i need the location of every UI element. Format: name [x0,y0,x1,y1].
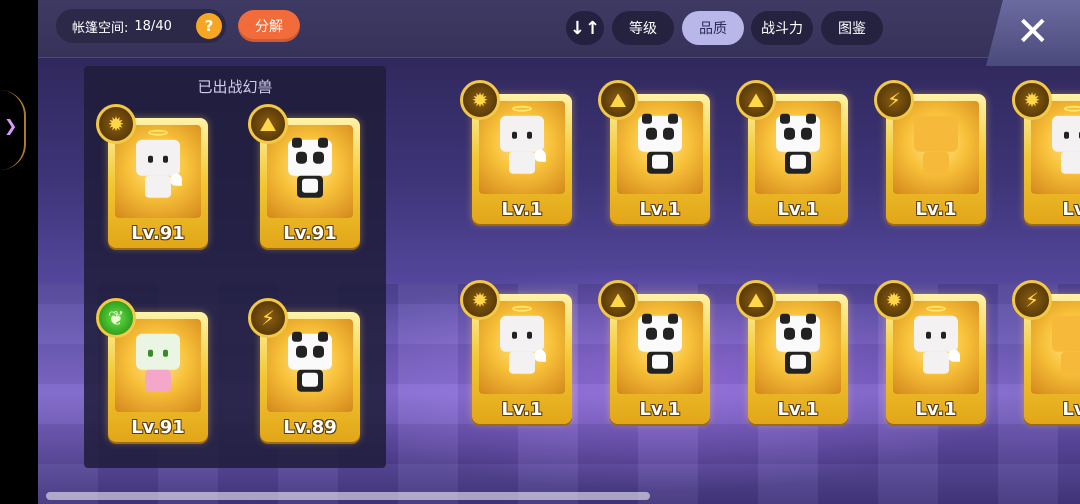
close-icon[interactable]: ✕ [1016,6,1050,58]
deployed-pets-title: 已出战幻兽 [197,78,273,96]
mountain-element-icon: ⛰ [248,104,288,144]
expand-arrow-icon[interactable]: ❯ [4,116,17,135]
mountain-element-icon: ⛰ [598,80,638,120]
tab-power[interactable]: 战斗力 [751,11,813,45]
panda-pet-icon [770,111,826,177]
pet-level: Lv [1062,199,1080,220]
left-edge-strip: ❯ [0,0,38,504]
pet-card[interactable]: ⛰ Lv.1 [598,280,710,424]
mystery-pet-icon [1046,311,1080,377]
pet-card[interactable]: ⚡ Lv.1 [874,80,986,224]
pet-card[interactable]: ✹ Lv.1 [874,280,986,424]
pet-card[interactable]: ❦ Lv.91 [96,298,208,442]
pet-level: Lv.1 [915,199,957,220]
help-icon[interactable]: ? [196,13,222,39]
sun-element-icon: ✹ [874,280,914,320]
angel-pet-icon [908,305,964,377]
pet-card[interactable]: ✹ Lv.91 [96,104,208,248]
pet-level: Lv.91 [131,417,185,438]
pet-card[interactable]: ✹ Lv.1 [460,280,572,424]
pet-card[interactable]: ✹ Lv.1 [460,80,572,224]
lightning-element-icon: ⚡ [1012,280,1052,320]
tab-collection[interactable]: 图鉴 [821,11,883,45]
angel-pet-icon [494,105,550,177]
pet-level: Lv.1 [777,199,819,220]
flower-pet-icon [130,329,186,395]
panda-pet-icon [632,111,688,177]
mountain-element-icon: ⛰ [736,280,776,320]
pet-level: Lv.1 [639,399,681,420]
panda-pet-icon [770,311,826,377]
pet-level: Lv.1 [501,399,543,420]
panda-pet-icon [632,311,688,377]
tent-space-label: 帐篷空间: [72,20,129,36]
angel-pet-icon [1046,105,1080,177]
angel-pet-icon [130,129,186,201]
angel-pet-icon [494,305,550,377]
panda-pet-icon [282,135,338,201]
sun-element-icon: ✹ [460,280,500,320]
pet-level: Lv.1 [915,399,957,420]
leaf-element-icon: ❦ [96,298,136,338]
tab-level[interactable]: 等级 [612,11,674,45]
pet-level: Lv.1 [639,199,681,220]
lightning-element-icon: ⚡ [248,298,288,338]
pet-card[interactable]: ⛰ Lv.91 [248,104,360,248]
pet-card[interactable]: ✹ Lv [1012,80,1080,224]
horizontal-scrollbar[interactable] [46,492,650,500]
lightning-element-icon: ⚡ [874,80,914,120]
decompose-button[interactable]: 分解 [238,10,300,42]
pet-card[interactable]: ⚡ Lv.89 [248,298,360,442]
mountain-element-icon: ⛰ [598,280,638,320]
pet-card[interactable]: ⚡ Lv [1012,280,1080,424]
pet-card[interactable]: ⛰ Lv.1 [598,80,710,224]
sun-element-icon: ✹ [1012,80,1052,120]
pet-level: Lv.91 [283,223,337,244]
tab-quality[interactable]: 品质 [682,11,744,45]
pet-level: Lv.91 [131,223,185,244]
pet-card[interactable]: ⛰ Lv.1 [736,280,848,424]
pet-level: Lv.1 [501,199,543,220]
pet-card[interactable]: ⛰ Lv.1 [736,80,848,224]
tent-space-count: 18/40 [134,18,172,34]
sort-order-icon[interactable]: ↓↑ [566,11,604,45]
pet-level: Lv.1 [777,399,819,420]
mystery-pet-icon [908,111,964,177]
mountain-element-icon: ⛰ [736,80,776,120]
pet-level: Lv [1062,399,1080,420]
pet-level: Lv.89 [283,417,337,438]
sun-element-icon: ✹ [460,80,500,120]
sun-element-icon: ✹ [96,104,136,144]
panda-pet-icon [282,329,338,395]
